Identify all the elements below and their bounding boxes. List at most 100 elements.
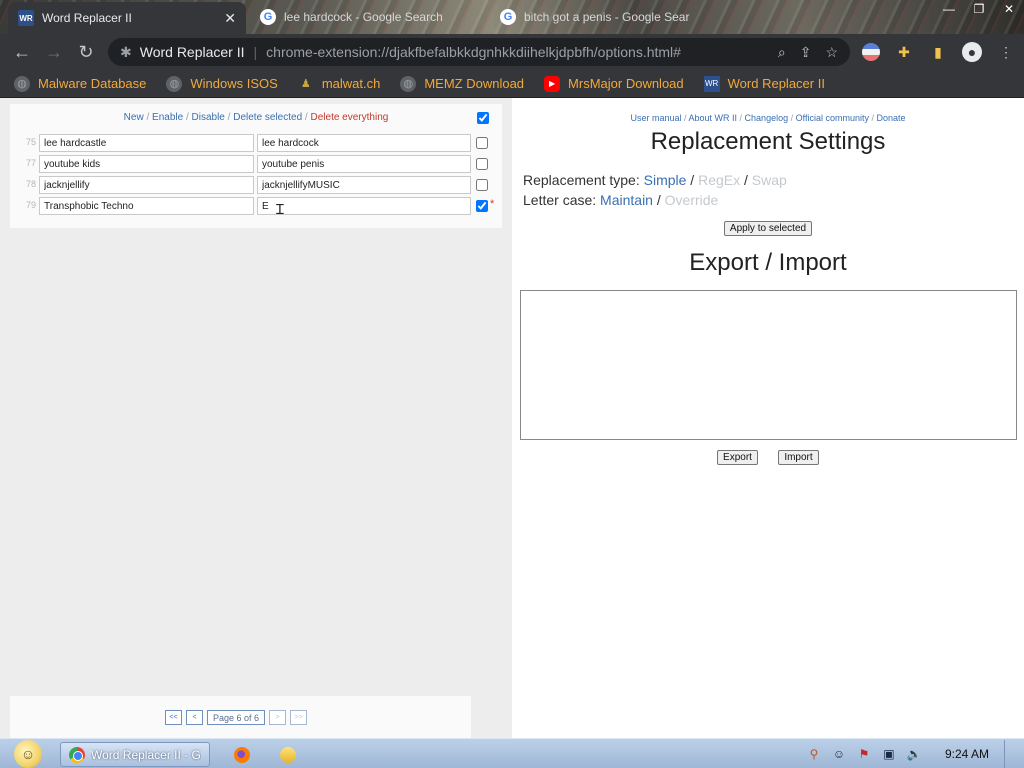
address-bar[interactable]: ✱ Word Replacer II | chrome-extension://… (108, 38, 850, 66)
export-import-textarea[interactable] (520, 290, 1017, 440)
side-panel-icon[interactable]: ▮ (928, 42, 948, 62)
show-desktop-button[interactable] (1004, 740, 1014, 768)
bookmark-mrsmajor-download[interactable]: ▶ MrsMajor Download (544, 75, 684, 92)
replacement-list: New / Enable / Disable / Delete selected… (10, 104, 502, 228)
separator: / (737, 113, 745, 123)
wr-icon: WR (703, 75, 720, 92)
donate-link[interactable]: Donate (876, 113, 905, 123)
new-link[interactable]: New (124, 112, 144, 123)
letter-case-label: Letter case: (523, 192, 597, 208)
browser-toolbar: ← → ↻ ✱ Word Replacer II | chrome-extens… (0, 34, 1024, 70)
row-select-checkbox[interactable] (476, 179, 488, 191)
chrome-icon (69, 746, 85, 763)
letter-case-setting: Letter case: Maintain / Override (523, 192, 718, 208)
taskbar-chrome-window[interactable]: Word Replacer II - G... (60, 742, 210, 767)
search-tray-icon[interactable]: ⚲ (806, 746, 822, 762)
bookmark-label: Windows ISOS (190, 76, 278, 91)
share-icon[interactable]: ⇪ (800, 44, 812, 61)
user-manual-link[interactable]: User manual (630, 113, 681, 123)
changelog-link[interactable]: Changelog (745, 113, 789, 123)
reload-icon[interactable]: ↻ (70, 36, 102, 68)
window-controls: — ❐ ✕ (934, 0, 1024, 20)
disable-link[interactable]: Disable (192, 112, 225, 123)
type-regex-option[interactable]: RegEx (698, 172, 740, 188)
bookmark-windows-isos[interactable]: ◍ Windows ISOS (166, 75, 278, 92)
source-word-input[interactable] (39, 155, 254, 173)
person-icon: ♟ (300, 78, 311, 90)
bookmarks-bar: ◍ Malware Database ◍ Windows ISOS ♟ malw… (0, 70, 1024, 98)
bookmark-label: malwat.ch (321, 76, 381, 91)
separator: / (652, 192, 665, 208)
import-button[interactable]: Import (778, 450, 819, 465)
menu-kebab-icon[interactable]: ⋮ (996, 42, 1016, 62)
table-row: 75 (10, 134, 502, 154)
taskbar-firefox[interactable] (226, 742, 258, 767)
delete-selected-link[interactable]: Delete selected (233, 112, 302, 123)
source-word-input[interactable] (39, 134, 254, 152)
apply-to-selected-button[interactable]: Apply to selected (724, 221, 812, 236)
profile-avatar-icon[interactable]: ● (962, 42, 982, 62)
row-number: 79 (25, 200, 36, 210)
bookmark-memz-download[interactable]: ◍ MEMZ Download (400, 75, 524, 92)
replacement-word-input[interactable] (257, 176, 471, 194)
select-all-checkbox[interactable] (477, 112, 489, 124)
tab-title: bitch got a penis - Google Search (524, 10, 690, 24)
start-button[interactable]: ☺ (10, 739, 46, 768)
separator: / (224, 112, 234, 123)
forward-icon[interactable]: → (38, 36, 70, 68)
last-page-button[interactable]: >> (290, 710, 308, 725)
tab-word-replacer[interactable]: WR Word Replacer II ✕ (8, 2, 246, 34)
flag-extension-icon[interactable] (862, 43, 880, 61)
zoom-icon[interactable]: ⌕ (778, 44, 786, 61)
flag-tray-icon[interactable]: ⚑ (856, 746, 872, 762)
case-override-option[interactable]: Override (665, 192, 719, 208)
volume-tray-icon[interactable]: 🔈 (906, 746, 922, 762)
bookmark-malwatch[interactable]: ♟ malwat.ch (298, 76, 381, 92)
next-page-button[interactable]: > (269, 710, 287, 725)
source-word-input[interactable] (39, 176, 254, 194)
tab-google-search-2[interactable]: G bitch got a penis - Google Search (490, 2, 700, 32)
about-link[interactable]: About WR II (689, 113, 738, 123)
first-page-button[interactable]: << (165, 710, 182, 725)
settings-title: Replacement Settings (650, 128, 886, 155)
star-icon[interactable]: ☆ (825, 44, 838, 61)
prev-page-button[interactable]: < (186, 710, 203, 725)
tab-title: lee hardcock - Google Search (284, 10, 443, 24)
network-tray-icon[interactable]: ▣ (881, 746, 897, 762)
google-icon: G (260, 9, 276, 25)
window-close-icon[interactable]: ✕ (994, 0, 1024, 20)
smiley-tray-icon[interactable]: ☺ (831, 746, 847, 762)
row-select-checkbox[interactable] (476, 158, 488, 170)
header-links: User manual / About WR II / Changelog / … (512, 113, 1024, 123)
replacement-list-panel: New / Enable / Disable / Delete selected… (0, 98, 512, 738)
bookmark-malware-database[interactable]: ◍ Malware Database (14, 75, 146, 92)
youtube-icon: ▶ (544, 75, 561, 92)
export-button[interactable]: Export (717, 450, 758, 465)
replacement-type-label: Replacement type: (523, 172, 640, 188)
tab-title: Word Replacer II (42, 11, 132, 25)
text-cursor-icon: Ɪ (276, 201, 284, 217)
source-word-input[interactable] (39, 197, 254, 215)
export-import-title: Export / Import (689, 249, 847, 276)
type-simple-option[interactable]: Simple (644, 172, 687, 188)
bookmark-word-replacer[interactable]: WR Word Replacer II (703, 75, 825, 92)
back-icon[interactable]: ← (6, 36, 38, 68)
minimize-icon[interactable]: — (934, 0, 964, 20)
delete-everything-link[interactable]: Delete everything (311, 112, 389, 123)
taskbar-file-explorer[interactable] (272, 742, 304, 767)
replacement-word-input[interactable] (257, 197, 471, 215)
type-swap-option[interactable]: Swap (752, 172, 787, 188)
separator: / (686, 172, 699, 188)
row-select-checkbox[interactable] (476, 137, 488, 149)
row-select-checkbox[interactable] (476, 200, 488, 212)
enable-link[interactable]: Enable (152, 112, 183, 123)
taskbar-clock[interactable]: 9:24 AM (945, 746, 989, 762)
tab-google-search-1[interactable]: G lee hardcock - Google Search (250, 2, 486, 32)
replacement-word-input[interactable] (257, 155, 471, 173)
official-community-link[interactable]: Official community (796, 113, 869, 123)
replacement-word-input[interactable] (257, 134, 471, 152)
maximize-icon[interactable]: ❐ (964, 0, 994, 20)
close-icon[interactable]: ✕ (224, 10, 236, 27)
case-maintain-option[interactable]: Maintain (600, 192, 653, 208)
extensions-puzzle-icon[interactable]: ✚ (894, 42, 914, 62)
